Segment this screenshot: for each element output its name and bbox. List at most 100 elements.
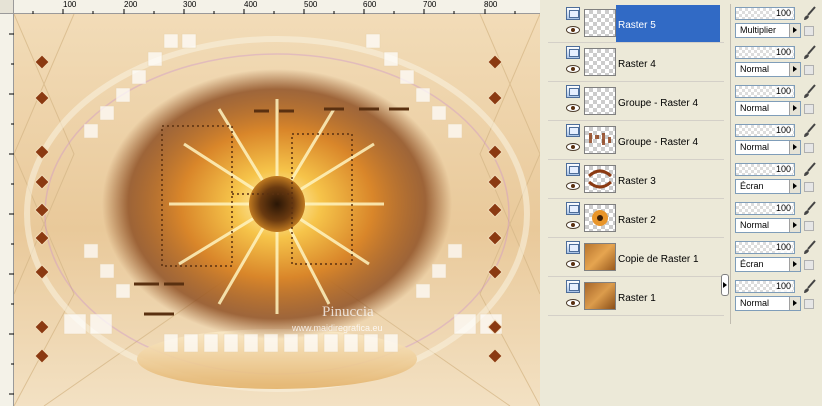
opacity-slider[interactable]: 100 <box>735 85 795 98</box>
blend-mode-select[interactable]: Normal <box>735 296 801 311</box>
raster-layer-icon <box>566 124 580 137</box>
blend-mode-value: Normal <box>740 142 770 152</box>
layer-name: Raster 5 <box>618 20 656 31</box>
opacity-slider[interactable]: 100 <box>735 280 795 293</box>
blend-mode-value: Normal <box>740 220 770 230</box>
dropdown-arrow-icon[interactable] <box>789 258 800 271</box>
eye-icon[interactable] <box>566 260 580 268</box>
vertical-ruler <box>0 14 14 406</box>
layer-name-area[interactable]: Raster 2 <box>616 200 720 237</box>
paint-brush-icon[interactable] <box>801 123 817 139</box>
layer-row-raster-5[interactable]: Raster 5 <box>548 4 724 43</box>
layer-name-area[interactable]: Groupe - Raster 4 <box>616 122 720 159</box>
eye-icon[interactable] <box>566 299 580 307</box>
paint-brush-icon[interactable] <box>801 201 817 217</box>
blend-mode-select[interactable]: Normal <box>735 218 801 233</box>
paint-brush-icon[interactable] <box>801 279 817 295</box>
eye-icon[interactable] <box>566 104 580 112</box>
dropdown-arrow-icon[interactable] <box>789 24 800 37</box>
raster-layer-icon <box>566 280 580 293</box>
image-canvas-area[interactable]: 0 100 200 300 400 500 600 700 800 <box>0 0 540 406</box>
layer-row-raster-2[interactable]: Raster 2 <box>548 199 724 238</box>
layer-thumbnail <box>584 282 616 310</box>
eye-icon[interactable] <box>566 26 580 34</box>
blend-mode-select[interactable]: Normal <box>735 140 801 155</box>
layer-props-row: 100 Normal <box>731 121 822 160</box>
layer-name-area[interactable]: Groupe - Raster 4 <box>616 83 720 120</box>
dropdown-arrow-icon[interactable] <box>789 141 800 154</box>
lock-icon[interactable] <box>804 182 814 192</box>
ruler-corner <box>0 0 14 14</box>
paint-brush-icon[interactable] <box>801 6 817 22</box>
dropdown-arrow-icon[interactable] <box>789 297 800 310</box>
layer-name-area[interactable]: Raster 1 <box>616 278 720 315</box>
watermark-title: Pinuccia <box>322 304 374 320</box>
opacity-slider[interactable]: 100 <box>735 46 795 59</box>
layer-name: Groupe - Raster 4 <box>618 98 699 109</box>
paint-brush-icon[interactable] <box>801 45 817 61</box>
dropdown-arrow-icon[interactable] <box>789 102 800 115</box>
layer-row-copy-raster-1[interactable]: Copie de Raster 1 <box>548 238 724 277</box>
layer-row-group-raster-4-b[interactable]: Groupe - Raster 4 <box>548 121 724 160</box>
blend-mode-select[interactable]: Multiplier <box>735 23 801 38</box>
thumbnail-flower <box>592 210 608 226</box>
ruler-ticks <box>9 33 14 395</box>
paint-brush-icon[interactable] <box>801 240 817 256</box>
opacity-value: 100 <box>774 8 792 19</box>
layer-thumbnail <box>584 204 616 232</box>
raster-layer-icon <box>566 202 580 215</box>
opacity-slider[interactable]: 100 <box>735 163 795 176</box>
paint-brush-icon[interactable] <box>801 84 817 100</box>
layer-props-row: 100 Écran <box>731 160 822 199</box>
layer-row-raster-1[interactable]: Raster 1 <box>548 277 724 316</box>
dropdown-arrow-icon[interactable] <box>789 219 800 232</box>
layer-props-row: 100 Multiplier <box>731 4 822 43</box>
layer-row-raster-4[interactable]: Raster 4 <box>548 43 724 82</box>
layer-name-area[interactable]: Raster 4 <box>616 44 720 81</box>
raster-layer-icon <box>566 7 580 20</box>
blend-mode-select[interactable]: Normal <box>735 101 801 116</box>
layer-name: Raster 4 <box>618 59 656 70</box>
chevron-right-icon[interactable] <box>721 274 729 296</box>
artwork-image: Pinuccia www.maidiregrafica.eu <box>14 14 540 406</box>
layers-palette: Raster 5 Raster 4 Groupe - Raster 4 Grou… <box>548 4 724 316</box>
blend-mode-select[interactable]: Normal <box>735 62 801 77</box>
lock-icon[interactable] <box>804 143 814 153</box>
blend-mode-select[interactable]: Écran <box>735 179 801 194</box>
layer-thumbnail <box>584 126 616 154</box>
layer-row-raster-3[interactable]: Raster 3 <box>548 160 724 199</box>
blend-mode-select[interactable]: Écran <box>735 257 801 272</box>
eye-icon[interactable] <box>566 143 580 151</box>
layer-props-row: 100 Normal <box>731 82 822 121</box>
opacity-slider[interactable]: 100 <box>735 7 795 20</box>
eye-icon[interactable] <box>566 65 580 73</box>
lock-icon[interactable] <box>804 26 814 36</box>
lock-icon[interactable] <box>804 260 814 270</box>
layer-props-row: 100 Normal <box>731 43 822 82</box>
opacity-slider[interactable]: 100 <box>735 202 795 215</box>
raster-layer-icon <box>566 163 580 176</box>
layer-name: Raster 1 <box>618 293 656 304</box>
lock-icon[interactable] <box>804 104 814 114</box>
layer-name: Raster 3 <box>618 176 656 187</box>
opacity-slider[interactable]: 100 <box>735 241 795 254</box>
lock-icon[interactable] <box>804 65 814 75</box>
layer-props-row: 100 Écran <box>731 238 822 277</box>
eye-icon[interactable] <box>566 182 580 190</box>
lock-icon[interactable] <box>804 221 814 231</box>
blend-mode-value: Écran <box>740 181 764 191</box>
layer-row-group-raster-4[interactable]: Groupe - Raster 4 <box>548 82 724 121</box>
lock-icon[interactable] <box>804 299 814 309</box>
layer-name-area[interactable]: Raster 3 <box>616 161 720 198</box>
eye-icon[interactable] <box>566 221 580 229</box>
opacity-slider[interactable]: 100 <box>735 124 795 137</box>
ruler-ticks <box>2 9 516 14</box>
opacity-value: 100 <box>774 203 792 214</box>
raster-layer-icon <box>566 241 580 254</box>
opacity-value: 100 <box>774 281 792 292</box>
layer-name-area[interactable]: Raster 5 <box>616 5 720 42</box>
dropdown-arrow-icon[interactable] <box>789 180 800 193</box>
dropdown-arrow-icon[interactable] <box>789 63 800 76</box>
paint-brush-icon[interactable] <box>801 162 817 178</box>
layer-name-area[interactable]: Copie de Raster 1 <box>616 239 720 276</box>
